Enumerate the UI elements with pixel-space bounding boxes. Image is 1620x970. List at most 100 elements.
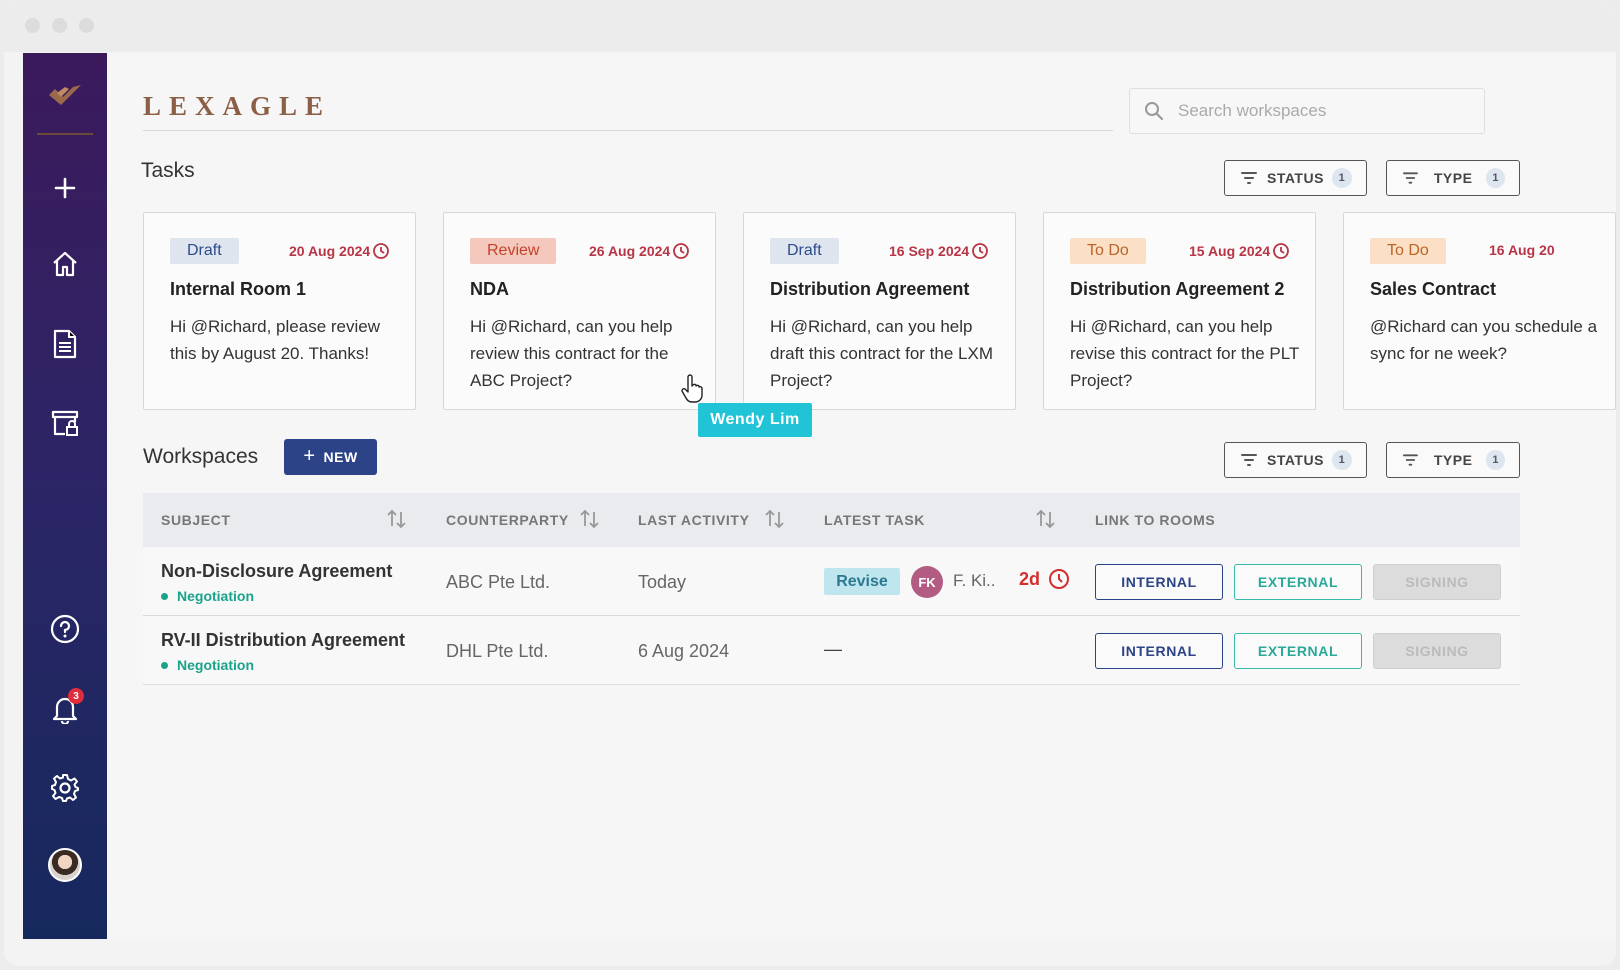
overdue-text: 2d — [1019, 568, 1041, 589]
profile-avatar[interactable] — [42, 842, 88, 888]
filter-count-badge: 1 — [1331, 168, 1352, 188]
task-title: Distribution Agreement 2 — [1070, 279, 1285, 299]
task-message: Hi @Richard, can you help review this co… — [470, 317, 673, 390]
task-title: Distribution Agreement — [770, 279, 970, 299]
column-header-counterparty[interactable]: COUNTERPARTY — [446, 493, 569, 547]
internal-room-button[interactable]: INTERNAL — [1095, 633, 1223, 669]
task-card[interactable]: Draft 20 Aug 2024 Internal Room 1 Hi @Ri… — [143, 212, 416, 410]
task-title: Internal Room 1 — [170, 279, 307, 299]
external-room-button[interactable]: EXTERNAL — [1234, 564, 1362, 600]
internal-room-button[interactable]: INTERNAL — [1095, 564, 1223, 600]
workspaces-status-filter[interactable]: STATUS 1 — [1224, 442, 1367, 478]
due-date-text: 20 Aug 2024 — [289, 243, 371, 259]
stage-dot-icon — [161, 592, 168, 600]
clock-icon — [1049, 569, 1070, 589]
task-message: Hi @Richard, please review this by Augus… — [170, 317, 381, 363]
sort-icon[interactable] — [1035, 508, 1057, 530]
archive-lock-icon[interactable] — [42, 400, 88, 446]
task-status-tag: To Do — [1370, 238, 1446, 264]
task-title: Sales Contract — [1370, 279, 1497, 299]
filter-icon — [1241, 172, 1257, 184]
window-titlebar — [4, 0, 1616, 52]
assignee-name: F. Ki.. — [953, 571, 996, 590]
sort-icon[interactable] — [386, 508, 408, 530]
workspace-stage: Negotiation — [161, 657, 254, 673]
avatar — [48, 848, 82, 882]
column-header-subject[interactable]: SUBJECT — [161, 493, 231, 547]
task-due-date: 16 Aug 20 — [1489, 242, 1555, 258]
clock-icon — [972, 243, 989, 259]
task-card[interactable]: Review 26 Aug 2024 NDA Hi @Richard, can … — [443, 212, 716, 410]
filter-label: STATUS — [1267, 170, 1324, 186]
column-header-latest-task[interactable]: LATEST TASK — [824, 493, 925, 547]
workspaces-type-filter[interactable]: TYPE 1 — [1386, 442, 1520, 478]
search-input[interactable] — [1178, 101, 1468, 121]
sort-icon[interactable] — [764, 508, 786, 530]
filter-icon — [1403, 454, 1418, 466]
task-status-tag: Review — [470, 238, 557, 264]
clock-icon — [673, 243, 690, 259]
task-status-tag: Draft — [770, 238, 839, 264]
table-row[interactable]: Non-Disclosure Agreement Negotiation ABC… — [143, 547, 1520, 616]
sort-icon[interactable] — [579, 508, 601, 530]
window-close-dot[interactable] — [25, 18, 40, 33]
new-button-label: NEW — [323, 449, 358, 465]
new-icon[interactable] — [42, 165, 88, 211]
search-box[interactable] — [1129, 88, 1485, 134]
signing-room-button: SIGNING — [1373, 633, 1501, 669]
tasks-type-filter[interactable]: TYPE 1 — [1386, 160, 1520, 196]
assignee-avatar: FK — [911, 566, 943, 598]
filter-icon — [1241, 454, 1257, 466]
eagle-logo-icon[interactable] — [43, 75, 87, 115]
home-icon[interactable] — [42, 241, 88, 287]
plus-icon: + — [303, 444, 316, 467]
table-header: SUBJECT COUNTERPARTY LAST ACTIVITY LATES… — [143, 493, 1520, 547]
tasks-status-filter[interactable]: STATUS 1 — [1224, 160, 1367, 196]
filter-count-badge: 1 — [1331, 450, 1352, 470]
hand-cursor-icon — [681, 374, 703, 403]
clock-icon — [1273, 243, 1290, 259]
brand-wordmark: LEXAGLE — [143, 91, 332, 121]
due-date-text: 16 Aug 20 — [1489, 242, 1555, 258]
filter-label: TYPE — [1433, 170, 1473, 186]
due-date-text: 16 Sep 2024 — [889, 243, 970, 259]
notification-count-badge: 3 — [68, 688, 84, 704]
column-header-last-activity[interactable]: LAST ACTIVITY — [638, 493, 750, 547]
task-card[interactable]: Draft 16 Sep 2024 Distribution Agreement… — [743, 212, 1016, 410]
due-date-text: 15 Aug 2024 — [1189, 243, 1271, 259]
clock-icon — [373, 243, 390, 259]
new-workspace-button[interactable]: + NEW — [284, 439, 377, 475]
task-card[interactable]: To Do 15 Aug 2024 Distribution Agreement… — [1043, 212, 1316, 410]
bell-icon[interactable]: 3 — [42, 686, 88, 732]
sidebar: 3 — [23, 53, 107, 939]
table-row[interactable]: RV-II Distribution Agreement Negotiation… — [143, 616, 1520, 685]
workspace-subject[interactable]: Non-Disclosure Agreement — [161, 561, 392, 582]
last-activity-cell: 6 Aug 2024 — [638, 641, 730, 661]
task-status-tag: Draft — [170, 238, 239, 264]
external-room-button[interactable]: EXTERNAL — [1234, 633, 1362, 669]
latest-task-empty: — — [824, 639, 842, 659]
last-activity-cell: Today — [638, 572, 687, 592]
task-due-date: 20 Aug 2024 — [289, 242, 390, 260]
stage-label: Negotiation — [177, 657, 254, 673]
window-minimize-dot[interactable] — [52, 18, 67, 33]
overdue-indicator: 2d — [1019, 568, 1070, 590]
stage-label: Negotiation — [177, 588, 254, 604]
filter-count-badge: 1 — [1486, 168, 1505, 188]
filter-label: TYPE — [1433, 452, 1473, 468]
task-message: @Richard can you schedule a sync for ne … — [1370, 317, 1598, 363]
gear-icon[interactable] — [42, 765, 88, 811]
task-due-date: 15 Aug 2024 — [1189, 242, 1290, 260]
app-window: 3 LEXAGLE Tasks STATUS 1 TYPE 1 — [4, 0, 1616, 966]
task-due-date: 26 Aug 2024 — [589, 242, 690, 260]
workspace-stage: Negotiation — [161, 588, 254, 604]
main-content: LEXAGLE Tasks STATUS 1 TYPE 1 Draft 20 A… — [107, 53, 1616, 939]
latest-task-tag[interactable]: Revise — [824, 568, 900, 595]
task-card[interactable]: To Do 16 Aug 20 Sales Contract @Richard … — [1343, 212, 1616, 410]
help-icon[interactable] — [42, 606, 88, 652]
document-icon[interactable] — [42, 321, 88, 367]
window-zoom-dot[interactable] — [79, 18, 94, 33]
sidebar-divider — [37, 133, 93, 135]
column-header-link-to-rooms: LINK TO ROOMS — [1095, 512, 1216, 528]
workspace-subject[interactable]: RV-II Distribution Agreement — [161, 630, 405, 651]
